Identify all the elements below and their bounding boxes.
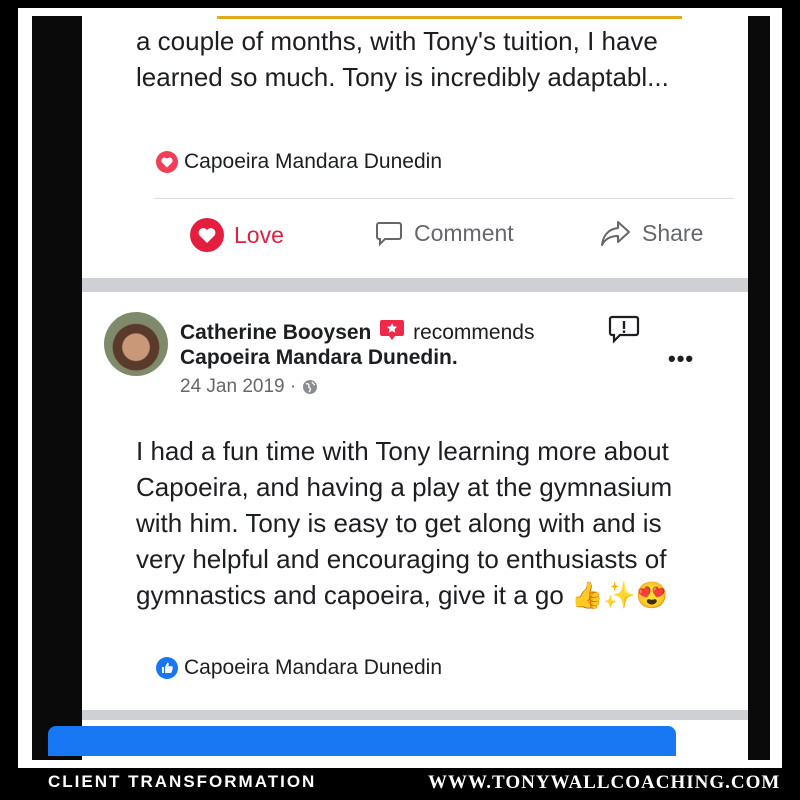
comment-label: Comment — [414, 219, 514, 246]
post2-meta: 24 Jan 2019 · — [180, 376, 318, 398]
report-icon[interactable] — [608, 314, 640, 344]
post2-text-line-3: with him. Tony is easy to get along with… — [136, 508, 662, 538]
post2-recommended-page[interactable]: Capoeira Mandara Dunedin — [156, 656, 442, 680]
post1-text-line-2: learned so much. Tony is incredibly adap… — [136, 62, 669, 92]
post-separator — [82, 278, 748, 292]
share-icon — [600, 218, 632, 248]
avatar[interactable] — [104, 312, 168, 376]
thumbs-up-icon — [156, 657, 178, 679]
post1-text-line-1: a couple of months, with Tony's tuition,… — [136, 26, 658, 56]
post2-author[interactable]: Catherine Booysen — [180, 321, 371, 344]
gold-accent-bar — [217, 16, 682, 19]
post1-page-name: Capoeira Mandara Dunedin — [184, 150, 442, 173]
globe-icon — [302, 379, 318, 395]
post2-text-line-4: very helpful and encouraging to enthusia… — [136, 544, 667, 574]
post2-text-line-1: I had a fun time with Tony learning more… — [136, 436, 669, 466]
post2-date[interactable]: 24 Jan 2019 · — [180, 376, 296, 398]
share-label: Share — [642, 219, 704, 246]
phone-screenshot: a couple of months, with Tony's tuition,… — [32, 16, 770, 760]
post2-text-line-2: Capoeira, and having a play at the gymna… — [136, 472, 673, 502]
comment-button[interactable]: Comment — [374, 218, 514, 248]
comment-icon — [374, 218, 404, 248]
post1-recommended-page[interactable]: Capoeira Mandara Dunedin — [156, 150, 442, 174]
facebook-reviews-screen: a couple of months, with Tony's tuition,… — [82, 16, 748, 760]
heart-icon — [190, 218, 224, 252]
post2-header-line: Catherine Booysen recommends — [180, 318, 534, 345]
share-button[interactable]: Share — [600, 218, 703, 248]
footer-website[interactable]: WWW.TONYWALLCOACHING.COM — [428, 772, 780, 794]
post2-text-line-5: gymnastics and capoeira, give it a go 👍✨… — [136, 580, 669, 610]
post1-divider — [154, 198, 734, 199]
post2-verb: recommends — [413, 321, 535, 344]
more-options-button[interactable]: ••• — [668, 346, 694, 372]
post2-page-name: Capoeira Mandara Dunedin — [184, 656, 442, 679]
heart-icon — [156, 151, 178, 173]
love-button[interactable]: Love — [190, 218, 284, 252]
love-label: Love — [234, 221, 284, 248]
post-separator-bottom — [82, 710, 748, 720]
footer-left-caption: CLIENT TRANSFORMATION — [48, 772, 317, 791]
blue-action-bar[interactable] — [48, 726, 676, 756]
recommend-badge-icon — [379, 318, 405, 342]
post2-page-link[interactable]: Capoeira Mandara Dunedin. — [180, 346, 458, 370]
